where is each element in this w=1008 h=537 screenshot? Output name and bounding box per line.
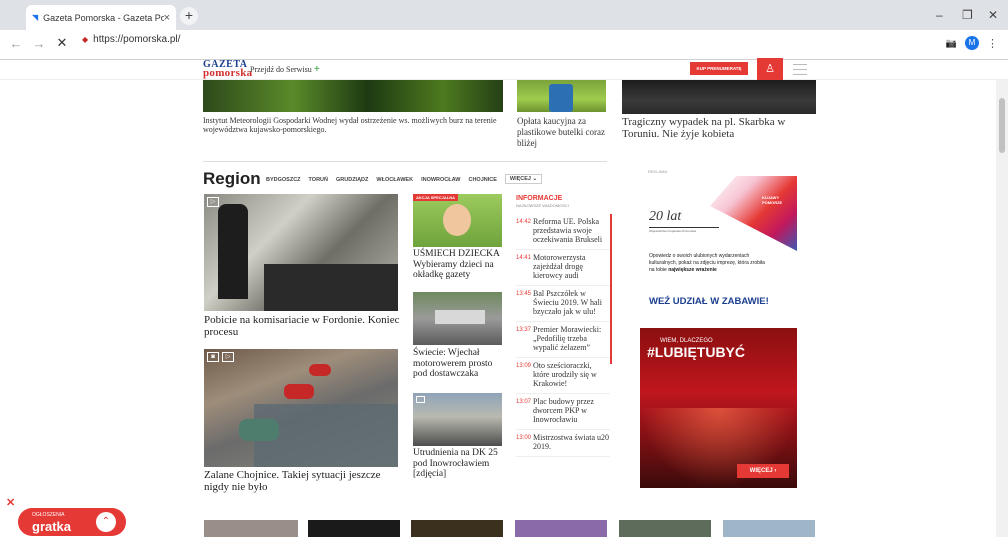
camera-icon xyxy=(416,396,425,403)
article-title-accident[interactable]: Tragiczny wypadek na pl. Skarbka w Torun… xyxy=(622,116,816,140)
ad-label: REKLAMA xyxy=(648,169,668,174)
article-title-dk25[interactable]: Utrudnienia na DK 25 pod Inowrocławiem [… xyxy=(413,448,505,480)
ad-brand: KUJAWY POMORZE xyxy=(762,195,783,205)
maximize-button[interactable]: ❐ xyxy=(962,8,973,22)
video-icon: ▷ xyxy=(207,197,219,207)
toolbar-right: 📷 M ⋮ xyxy=(946,36,998,50)
article-title-swiecie[interactable]: Świecie: Wjechał motorowerem prosto pod … xyxy=(413,348,505,380)
minimize-button[interactable]: – xyxy=(936,8,943,22)
news-feed-subtitle: NAJNOWSZE WIADOMOŚCI xyxy=(516,203,569,208)
ad-cta[interactable]: WEŹ UDZIAŁ W ZABAWIE! xyxy=(649,296,769,307)
article-title-bottles[interactable]: Opłata kaucyjna za plastikowe butelki co… xyxy=(517,116,607,149)
special-badge: AKCJA SPECJALNA xyxy=(413,194,458,201)
hamburger-menu-icon[interactable] xyxy=(793,64,807,79)
ad-concert-panel: WIEM, DLACZEGO #LUBIĘTUBYĆ WIĘCEJ › xyxy=(640,328,797,488)
ad-more-button[interactable]: WIĘCEJ › xyxy=(737,464,789,478)
service-label: Przejdź do Serwisu xyxy=(250,65,312,74)
new-tab-button[interactable]: + xyxy=(180,7,198,25)
scrollbar-thumb[interactable] xyxy=(999,98,1005,153)
profile-avatar[interactable]: M xyxy=(965,36,979,50)
article-image-bottles[interactable] xyxy=(517,80,606,112)
article-title-chojnice[interactable]: Zalane Chojnice. Takiej sytuacji jeszcze… xyxy=(204,469,400,493)
close-window-button[interactable]: ✕ xyxy=(988,8,998,22)
plus-icon: + xyxy=(313,63,321,75)
user-icon[interactable]: ♙ xyxy=(757,58,783,80)
article-image-child[interactable]: AKCJA SPECJALNA xyxy=(413,194,502,247)
region-title[interactable]: Region xyxy=(203,169,261,189)
browser-chrome: ◥ Gazeta Pomorska - Gazeta Pomo × + – ❐ … xyxy=(0,0,1008,60)
advertisement[interactable]: KUJAWY POMORZE 20 lat Województwo Kujaws… xyxy=(640,176,797,488)
section-divider xyxy=(203,161,607,162)
site-logo[interactable]: GAZETA pomorska xyxy=(203,60,253,79)
camera-icon[interactable]: 📷 xyxy=(946,38,957,49)
url-text: https://pomorska.pl/ xyxy=(93,34,181,45)
browser-tab[interactable]: ◥ Gazeta Pomorska - Gazeta Pomo × xyxy=(26,5,176,30)
article-thumbnail[interactable] xyxy=(515,520,607,537)
ad-decoration xyxy=(710,176,797,251)
article-image-chojnice[interactable]: ◙ ▷ xyxy=(204,349,398,467)
news-feed-scrollbar[interactable] xyxy=(610,214,612,364)
stop-button[interactable]: ✕ xyxy=(55,35,69,51)
close-icon[interactable]: ✕ xyxy=(6,496,15,509)
video-icon: ▷ xyxy=(222,352,234,362)
article-image-swiecie[interactable] xyxy=(413,292,502,345)
browser-menu-icon[interactable]: ⋮ xyxy=(987,37,998,50)
ad-divider xyxy=(649,227,719,228)
forward-button[interactable]: → xyxy=(32,36,46,51)
chevron-up-icon[interactable]: ⌃ xyxy=(96,512,116,532)
article-thumbnail[interactable] xyxy=(723,520,815,537)
article-title-child[interactable]: UŚMIECH DZIECKA Wybieramy dzieci na okła… xyxy=(413,249,505,281)
list-item[interactable]: 13:45 Bal Pszczółek w Świeciu 2019. W hal… xyxy=(516,286,610,322)
region-more-dropdown[interactable]: WIĘCEJ ⌄ xyxy=(504,174,543,184)
site-info-icon[interactable]: ◆ xyxy=(82,35,88,44)
camera-icon: ◙ xyxy=(207,352,219,362)
news-feed-title[interactable]: INFORMACJE xyxy=(516,195,562,202)
article-image-dk25[interactable] xyxy=(413,393,502,446)
ad-top-panel: KUJAWY POMORZE 20 lat Województwo Kujaws… xyxy=(640,176,797,328)
list-item[interactable]: 13:09 Oto sześcioraczki, które urodziły s… xyxy=(516,358,610,394)
article-thumbnail[interactable] xyxy=(204,520,298,537)
article-thumbnail[interactable] xyxy=(619,520,711,537)
back-button[interactable]: ← xyxy=(9,36,23,51)
ad-years: 20 lat xyxy=(649,209,682,224)
page-scrollbar[interactable] xyxy=(996,80,1008,537)
site-header xyxy=(0,60,1008,80)
region-link-bydgoszcz[interactable]: BYDGOSZCZ xyxy=(266,177,301,184)
region-link-chojnice[interactable]: CHOJNICE xyxy=(468,177,496,184)
favicon-icon: ◥ xyxy=(32,13,39,22)
ad-years-sub: Województwo Kujawsko-Pomorskie xyxy=(649,229,697,233)
region-nav: BYDGOSZCZ TORUŃ GRUDZIĄDZ WŁOCŁAWEK INOW… xyxy=(266,174,543,184)
region-link-grudziadz[interactable]: GRUDZIĄDZ xyxy=(336,177,368,184)
list-item[interactable]: 14:41 Motorowerzysta zajeżdżał drogę kier… xyxy=(516,250,610,286)
tab-close-icon[interactable]: × xyxy=(164,12,170,24)
tab-title: Gazeta Pomorska - Gazeta Pomo xyxy=(43,12,164,23)
region-link-wloclawek[interactable]: WŁOCŁAWEK xyxy=(376,177,413,184)
classifieds-label: OGŁOSZENIA xyxy=(32,512,65,518)
list-item[interactable]: 13:07 Plac budowy przez dworcem PKP w Ino… xyxy=(516,394,610,430)
classifieds-badge[interactable]: OGŁOSZENIA gratka ⌃ xyxy=(18,508,126,536)
subscribe-button[interactable]: KUP PRENUMERATĘ xyxy=(690,62,748,75)
article-image-fordon[interactable]: ▷ xyxy=(204,194,398,311)
ad-hashtag: #LUBIĘTUBYĆ xyxy=(647,344,746,360)
article-thumbnail[interactable] xyxy=(411,520,503,537)
article-title-fordon[interactable]: Pobicie na komisariacie w Fordonie. Koni… xyxy=(204,314,400,338)
list-item[interactable]: 13:00 Mistrzostwa świata u20 2019. xyxy=(516,430,610,457)
classifieds-brand: gratka xyxy=(32,519,72,534)
list-item[interactable]: 14:42 Reforma UE. Polska przedstawia swoj… xyxy=(516,214,610,250)
article-image-accident[interactable] xyxy=(622,80,816,114)
region-link-torun[interactable]: TORUŃ xyxy=(309,177,328,184)
list-item[interactable]: 13:37 Premier Morawiecki: „Pedofilię trze… xyxy=(516,322,610,358)
address-bar[interactable]: ◆ https://pomorska.pl/ xyxy=(82,34,180,45)
article-title-storm[interactable]: Instytut Meteorologii Gospodarki Wodnej … xyxy=(203,116,505,134)
ad-body: Opowiedz o swoich ulubionych wydarzeniac… xyxy=(649,253,765,273)
logo-line2: pomorska xyxy=(203,67,253,79)
news-feed-list: 14:42 Reforma UE. Polska przedstawia swoj… xyxy=(516,214,610,496)
article-thumbnail[interactable] xyxy=(308,520,400,537)
service-link[interactable]: Przejdź do Serwisu + xyxy=(250,63,320,75)
region-link-inowroclaw[interactable]: INOWROCŁAW xyxy=(421,177,460,184)
article-image-storm[interactable] xyxy=(203,80,503,112)
